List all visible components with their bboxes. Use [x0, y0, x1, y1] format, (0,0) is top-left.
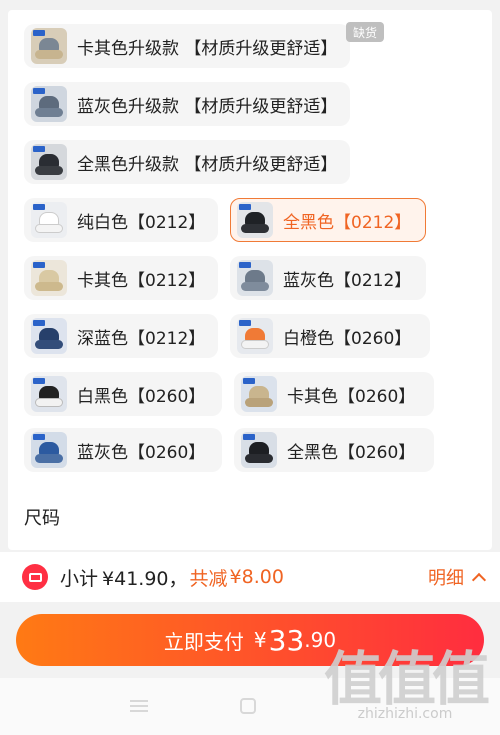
option-label: 纯白色【0212】 [77, 212, 206, 233]
product-thumbnail [241, 432, 277, 468]
option-label: 全黑色升级款 【材质升级更舒适】 [77, 154, 338, 175]
menu-icon[interactable] [130, 700, 148, 712]
color-option-4[interactable]: 全黑色【0212】 [230, 198, 426, 242]
product-thumbnail [31, 28, 67, 64]
option-label: 全黑色【0260】 [287, 442, 416, 463]
option-label: 蓝灰色【0260】 [77, 442, 206, 463]
color-option-9[interactable]: 白黑色【0260】 [24, 372, 222, 416]
watermark-logo: 值值值 [323, 645, 490, 713]
color-option-6[interactable]: 蓝灰色【0212】 [230, 256, 426, 300]
option-label: 蓝灰色【0212】 [283, 270, 412, 291]
color-option-3[interactable]: 纯白色【0212】 [24, 198, 218, 242]
pay-currency: ¥ [253, 628, 267, 652]
product-thumbnail [31, 432, 67, 468]
color-option-1[interactable]: 蓝灰色升级款 【材质升级更舒适】 [24, 82, 351, 126]
color-option-10[interactable]: 卡其色【0260】 [234, 372, 434, 416]
option-label: 白黑色【0260】 [77, 386, 206, 407]
option-label: 全黑色【0212】 [283, 212, 412, 233]
option-label: 深蓝色【0212】 [77, 328, 206, 349]
order-summary: 小计 ¥41.90， 共减 ¥8.00 明细 [0, 552, 500, 602]
color-option-0[interactable]: 卡其色升级款 【材质升级更舒适】 [24, 24, 351, 68]
site-watermark: 值值值 zhizhizhi.com [323, 645, 490, 722]
product-thumbnail [237, 260, 273, 296]
discount-label: 共减 [189, 567, 228, 590]
product-thumbnail [237, 318, 273, 354]
color-option-2[interactable]: 全黑色升级款 【材质升级更舒适】 [24, 140, 351, 184]
product-thumbnail [31, 318, 67, 354]
product-thumbnail [31, 144, 67, 180]
product-thumbnail [31, 260, 67, 296]
option-label: 蓝灰色升级款 【材质升级更舒适】 [77, 96, 338, 117]
product-thumbnail [237, 202, 273, 238]
product-thumbnail [241, 376, 277, 412]
pay-amount-integer: 33 [268, 623, 305, 657]
subtotal-amount: ¥41.90， [102, 567, 188, 590]
home-icon[interactable] [240, 698, 256, 714]
sku-panel: 卡其色升级款 【材质升级更舒适】 缺货 蓝灰色升级款 【材质升级更舒适】 全黑色… [8, 10, 492, 550]
size-section-title: 尺码 [24, 508, 60, 529]
pay-button-label: 立即支付 [163, 629, 244, 654]
subtotal-label: 小计 [60, 567, 99, 590]
discount-amount: ¥8.00 [229, 566, 284, 588]
price-detail-toggle[interactable]: 明细 [428, 564, 487, 590]
detail-label: 明细 [428, 568, 464, 589]
product-thumbnail [31, 376, 67, 412]
color-option-8[interactable]: 白橙色【0260】 [230, 314, 430, 358]
option-label: 卡其色升级款 【材质升级更舒适】 [77, 38, 338, 59]
out-of-stock-badge: 缺货 [346, 22, 384, 42]
product-thumbnail [31, 202, 67, 238]
option-label: 卡其色【0260】 [287, 386, 416, 407]
option-label: 白橙色【0260】 [283, 328, 412, 349]
coupon-ticket-icon [22, 564, 48, 590]
color-option-7[interactable]: 深蓝色【0212】 [24, 314, 218, 358]
product-thumbnail [31, 86, 67, 122]
color-option-5[interactable]: 卡其色【0212】 [24, 256, 218, 300]
color-option-12[interactable]: 全黑色【0260】 [234, 428, 434, 472]
chevron-up-icon [471, 572, 487, 588]
option-label: 卡其色【0212】 [77, 270, 206, 291]
color-option-11[interactable]: 蓝灰色【0260】 [24, 428, 222, 472]
